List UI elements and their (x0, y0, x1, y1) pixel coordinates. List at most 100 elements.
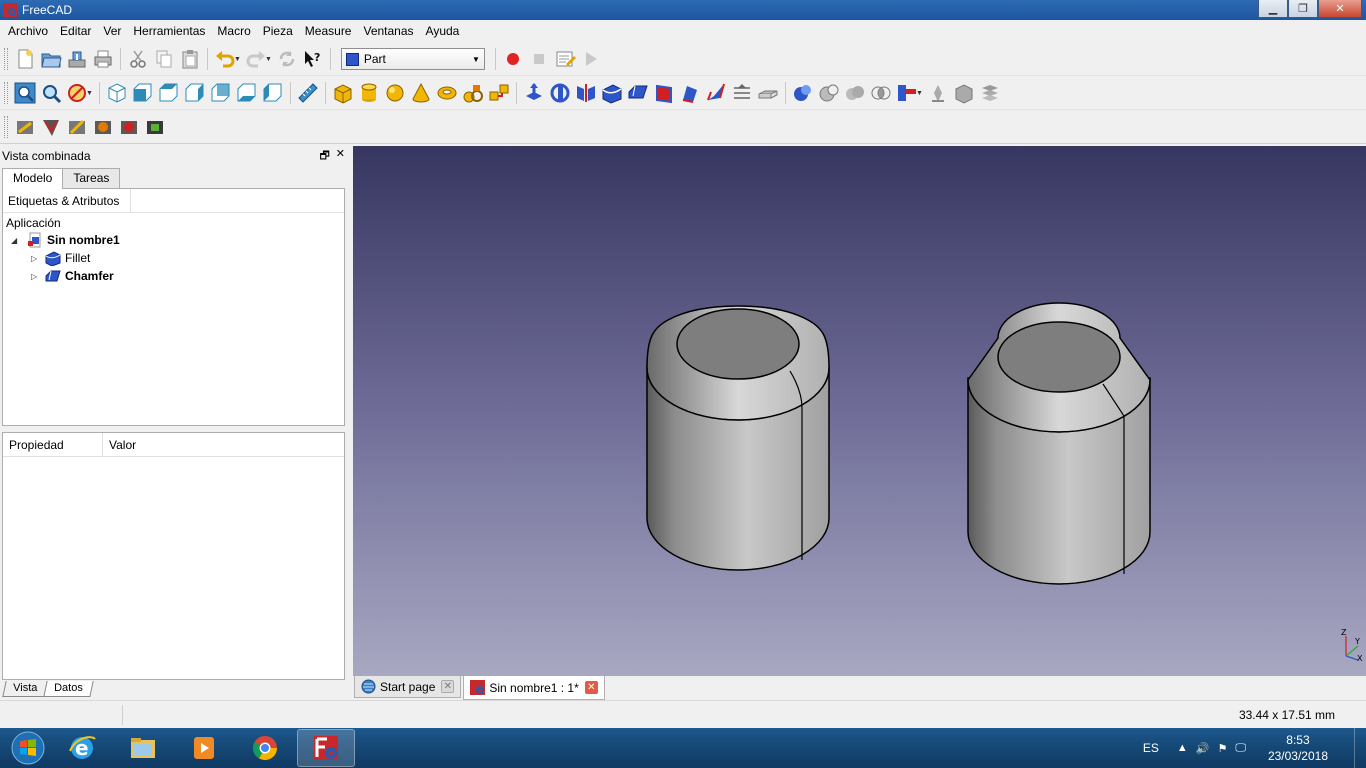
whats-this-button[interactable]: ? (300, 45, 326, 73)
menu-editar[interactable]: Editar (54, 21, 97, 41)
expand-arrow-icon[interactable]: ▷ (31, 272, 41, 281)
volume-icon[interactable]: 🔊 (1196, 742, 1210, 755)
cut-boolean-button[interactable] (816, 79, 842, 107)
network-icon[interactable]: 🖵 (1235, 742, 1246, 755)
maximize-button[interactable]: ❐ (1288, 0, 1318, 18)
tree-item-chamfer[interactable]: ▷ Chamfer (31, 267, 114, 285)
defeaturing-button[interactable] (951, 79, 977, 107)
print-button[interactable] (90, 45, 116, 73)
taskbar-freecad-button[interactable] (297, 729, 355, 767)
undo-dropdown-icon[interactable]: ▼ (234, 56, 241, 63)
ruled-surface-button[interactable] (677, 79, 703, 107)
measure-linear-button[interactable] (12, 113, 38, 141)
redo-dropdown-icon[interactable]: ▼ (265, 56, 272, 63)
tree-document-row[interactable]: ◢ Sin nombre1 (11, 231, 120, 249)
view-isometric-button[interactable] (104, 79, 130, 107)
close-button[interactable]: ✕ (1318, 0, 1362, 18)
close-panel-icon[interactable]: ✕ (336, 147, 345, 166)
language-indicator[interactable]: ES (1143, 741, 1159, 755)
common-button[interactable] (868, 79, 894, 107)
clear-all-button[interactable] (90, 113, 116, 141)
action-center-icon[interactable]: ⚑ (1217, 742, 1227, 755)
box-button[interactable] (330, 79, 356, 107)
toggle-3d-button[interactable] (116, 113, 142, 141)
taskbar-chrome-button[interactable] (236, 729, 294, 767)
fit-all-button[interactable] (12, 79, 38, 107)
show-hidden-icons-icon[interactable]: ▲ (1177, 742, 1188, 754)
menu-pieza[interactable]: Pieza (257, 21, 299, 41)
sphere-button[interactable] (382, 79, 408, 107)
3d-viewport[interactable]: Z Y X (353, 146, 1366, 676)
check-geometry-button[interactable] (925, 79, 951, 107)
make-face-button[interactable] (651, 79, 677, 107)
value-column[interactable]: Valor (103, 433, 203, 456)
sweep-button[interactable] (729, 79, 755, 107)
property-column[interactable]: Propiedad (3, 433, 103, 456)
draw-style-dropdown-icon[interactable]: ▼ (86, 90, 93, 97)
toolbar-grip[interactable] (4, 116, 8, 138)
view-rear-button[interactable] (208, 79, 234, 107)
run-macro-button[interactable] (578, 45, 604, 73)
measure-angular-button[interactable] (38, 113, 64, 141)
close-tab-icon[interactable]: ✕ (441, 680, 455, 693)
menu-macro[interactable]: Macro (211, 21, 256, 41)
fuse-button[interactable] (842, 79, 868, 107)
workbench-selector[interactable]: Part ▼ (340, 48, 485, 70)
revolve-button[interactable] (547, 79, 573, 107)
tab-tareas[interactable]: Tareas (62, 168, 121, 188)
mirror-button[interactable] (573, 79, 599, 107)
menu-herramientas[interactable]: Herramientas (127, 21, 211, 41)
tab-vista[interactable]: Vista (2, 681, 48, 697)
tab-datos[interactable]: Datos (43, 681, 94, 697)
clock[interactable]: 8:53 23/03/2018 (1268, 732, 1328, 764)
menu-ventanas[interactable]: Ventanas (357, 21, 419, 41)
menu-archivo[interactable]: Archivo (2, 21, 54, 41)
tab-modelo[interactable]: Modelo (2, 168, 64, 189)
extrude-button[interactable] (521, 79, 547, 107)
menu-measure[interactable]: Measure (299, 21, 358, 41)
join-dropdown-icon[interactable]: ▼ (916, 90, 923, 97)
toggle-delta-button[interactable] (142, 113, 168, 141)
start-button[interactable] (6, 728, 50, 768)
view-right-button[interactable] (182, 79, 208, 107)
taskbar-ie-button[interactable]: e (53, 729, 111, 767)
cut-button[interactable] (125, 45, 151, 73)
explode-button[interactable] (977, 79, 1003, 107)
minimize-button[interactable]: ▁ (1258, 0, 1288, 18)
record-macro-button[interactable] (500, 45, 526, 73)
chamfer-solid[interactable] (967, 302, 1151, 585)
close-tab-icon[interactable]: ✕ (584, 681, 598, 694)
chamfer-button[interactable] (625, 79, 651, 107)
expand-arrow-icon[interactable]: ▷ (31, 254, 41, 263)
collapse-arrow-icon[interactable]: ◢ (11, 236, 21, 245)
measure-distance-button[interactable] (295, 79, 321, 107)
save-button[interactable] (64, 45, 90, 73)
torus-button[interactable] (434, 79, 460, 107)
tab-sin-nombre1[interactable]: Sin nombre1 : 1* ✕ (463, 676, 605, 700)
show-desktop-button[interactable] (1354, 728, 1366, 768)
tree-column-labels[interactable]: Etiquetas & Atributos (3, 189, 131, 212)
tab-start-page[interactable]: Start page ✕ (354, 676, 462, 698)
tree-item-fillet[interactable]: ▷ Fillet (31, 249, 90, 267)
shape-builder-button[interactable] (486, 79, 512, 107)
toolbar-grip[interactable] (4, 48, 8, 70)
fillet-button[interactable] (599, 79, 625, 107)
edit-macro-button[interactable] (552, 45, 578, 73)
view-bottom-button[interactable] (234, 79, 260, 107)
loft-button[interactable] (703, 79, 729, 107)
menu-ayuda[interactable]: Ayuda (420, 21, 466, 41)
float-panel-icon[interactable]: 🗗 (319, 147, 329, 166)
taskbar-media-player-button[interactable] (175, 729, 233, 767)
fit-selection-button[interactable] (38, 79, 64, 107)
cone-button[interactable] (408, 79, 434, 107)
view-left-button[interactable] (260, 79, 286, 107)
new-file-button[interactable] (12, 45, 38, 73)
stop-macro-button[interactable] (526, 45, 552, 73)
menu-ver[interactable]: Ver (97, 21, 127, 41)
boolean-button[interactable] (790, 79, 816, 107)
taskbar-explorer-button[interactable] (114, 729, 172, 767)
copy-button[interactable] (151, 45, 177, 73)
refresh-button[interactable] (274, 45, 300, 73)
section-button[interactable] (755, 79, 781, 107)
measure-refresh-button[interactable] (64, 113, 90, 141)
